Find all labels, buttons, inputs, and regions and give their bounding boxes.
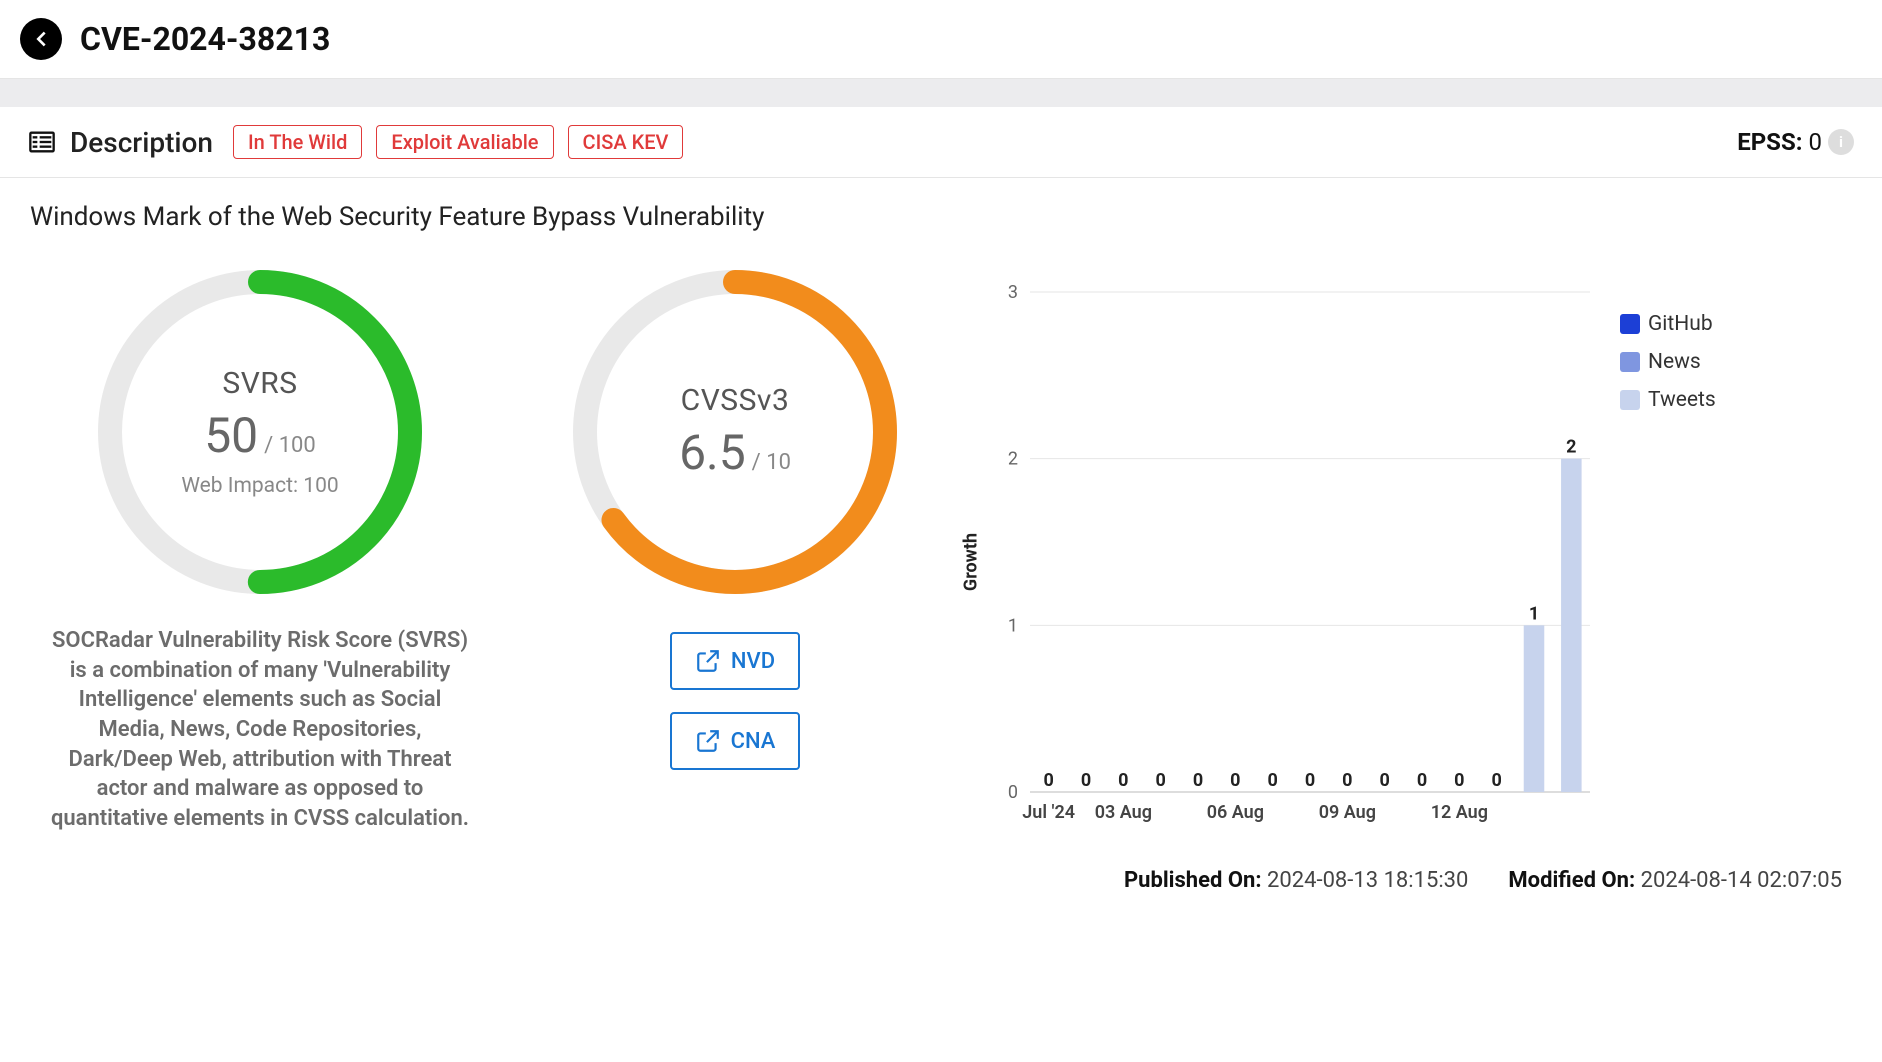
cvss-value: 6.5 xyxy=(679,424,746,481)
legend-item[interactable]: GitHub xyxy=(1620,312,1716,336)
description-text: Windows Mark of the Web Security Feature… xyxy=(0,178,1882,242)
svrs-title: SVRS xyxy=(222,366,297,401)
cna-link-label: CNA xyxy=(731,729,776,754)
svg-text:0: 0 xyxy=(1454,770,1464,791)
svrs-gauge: SVRS 50 / 100 Web Impact: 100 xyxy=(90,262,430,602)
svrs-sub: Web Impact: 100 xyxy=(181,474,338,498)
svg-text:1: 1 xyxy=(1008,615,1018,636)
svg-text:0: 0 xyxy=(1380,770,1390,791)
epss-label: EPSS: xyxy=(1737,128,1802,156)
chart-ylabel: Growth xyxy=(961,533,982,591)
published-value: 2024-08-13 18:15:30 xyxy=(1267,868,1468,893)
svrs-max: / 100 xyxy=(264,433,316,458)
legend-item[interactable]: Tweets xyxy=(1620,388,1716,412)
cvss-gauge: CVSSv3 6.5 / 10 xyxy=(565,262,905,602)
arrow-left-icon xyxy=(30,28,52,50)
list-icon xyxy=(28,128,56,156)
svg-text:0: 0 xyxy=(1193,770,1203,791)
legend-swatch xyxy=(1620,352,1640,372)
epss-value: 0 xyxy=(1809,128,1823,156)
info-icon[interactable]: i xyxy=(1828,129,1854,155)
legend-swatch xyxy=(1620,390,1640,410)
svg-text:1: 1 xyxy=(1529,603,1539,624)
legend-swatch xyxy=(1620,314,1640,334)
svg-text:2: 2 xyxy=(1008,449,1018,470)
badge-exploit-available: Exploit Avaliable xyxy=(376,125,553,159)
legend-label: Tweets xyxy=(1648,388,1716,412)
legend-label: News xyxy=(1648,350,1701,374)
nvd-link-button[interactable]: NVD xyxy=(670,632,800,690)
back-button[interactable] xyxy=(20,18,62,60)
svg-text:0: 0 xyxy=(1230,770,1240,791)
modified-label: Modified On: xyxy=(1508,868,1635,893)
cvss-title: CVSSv3 xyxy=(681,383,790,418)
svg-text:0: 0 xyxy=(1492,770,1502,791)
svg-text:06 Aug: 06 Aug xyxy=(1207,802,1264,823)
cvss-max: / 10 xyxy=(752,450,791,475)
growth-chart: Growth 01230Jul '240003 Aug00006 Aug0000… xyxy=(980,282,1600,842)
svg-text:3: 3 xyxy=(1008,282,1018,303)
legend-item[interactable]: News xyxy=(1620,350,1716,374)
svg-text:0: 0 xyxy=(1156,770,1166,791)
svg-text:0: 0 xyxy=(1118,770,1128,791)
svg-text:03 Aug: 03 Aug xyxy=(1095,802,1152,823)
section-title: Description xyxy=(70,126,213,159)
external-link-icon xyxy=(695,728,721,754)
svg-text:0: 0 xyxy=(1342,770,1352,791)
svrs-value: 50 xyxy=(204,407,258,464)
badge-in-the-wild: In The Wild xyxy=(233,125,362,159)
svrs-description: SOCRadar Vulnerability Risk Score (SVRS)… xyxy=(50,626,470,834)
page-title: CVE-2024-38213 xyxy=(80,20,330,58)
svg-text:0: 0 xyxy=(1044,770,1054,791)
external-link-icon xyxy=(695,648,721,674)
nvd-link-label: NVD xyxy=(731,649,775,674)
svg-text:0: 0 xyxy=(1008,782,1018,803)
svg-text:2: 2 xyxy=(1566,437,1576,458)
legend-label: GitHub xyxy=(1648,312,1713,336)
svg-text:Jul '24: Jul '24 xyxy=(1022,802,1075,823)
svg-text:0: 0 xyxy=(1081,770,1091,791)
svg-text:09 Aug: 09 Aug xyxy=(1319,802,1376,823)
svg-text:0: 0 xyxy=(1305,770,1315,791)
badge-cisa-kev: CISA KEV xyxy=(568,125,684,159)
svg-text:0: 0 xyxy=(1417,770,1427,791)
published-label: Published On: xyxy=(1124,868,1262,893)
chart-legend: GitHub News Tweets xyxy=(1620,312,1716,412)
svg-text:0: 0 xyxy=(1268,770,1278,791)
cna-link-button[interactable]: CNA xyxy=(670,712,800,770)
gray-separator xyxy=(0,79,1882,107)
svg-text:12 Aug: 12 Aug xyxy=(1431,802,1488,823)
modified-value: 2024-08-14 02:07:05 xyxy=(1641,868,1842,893)
